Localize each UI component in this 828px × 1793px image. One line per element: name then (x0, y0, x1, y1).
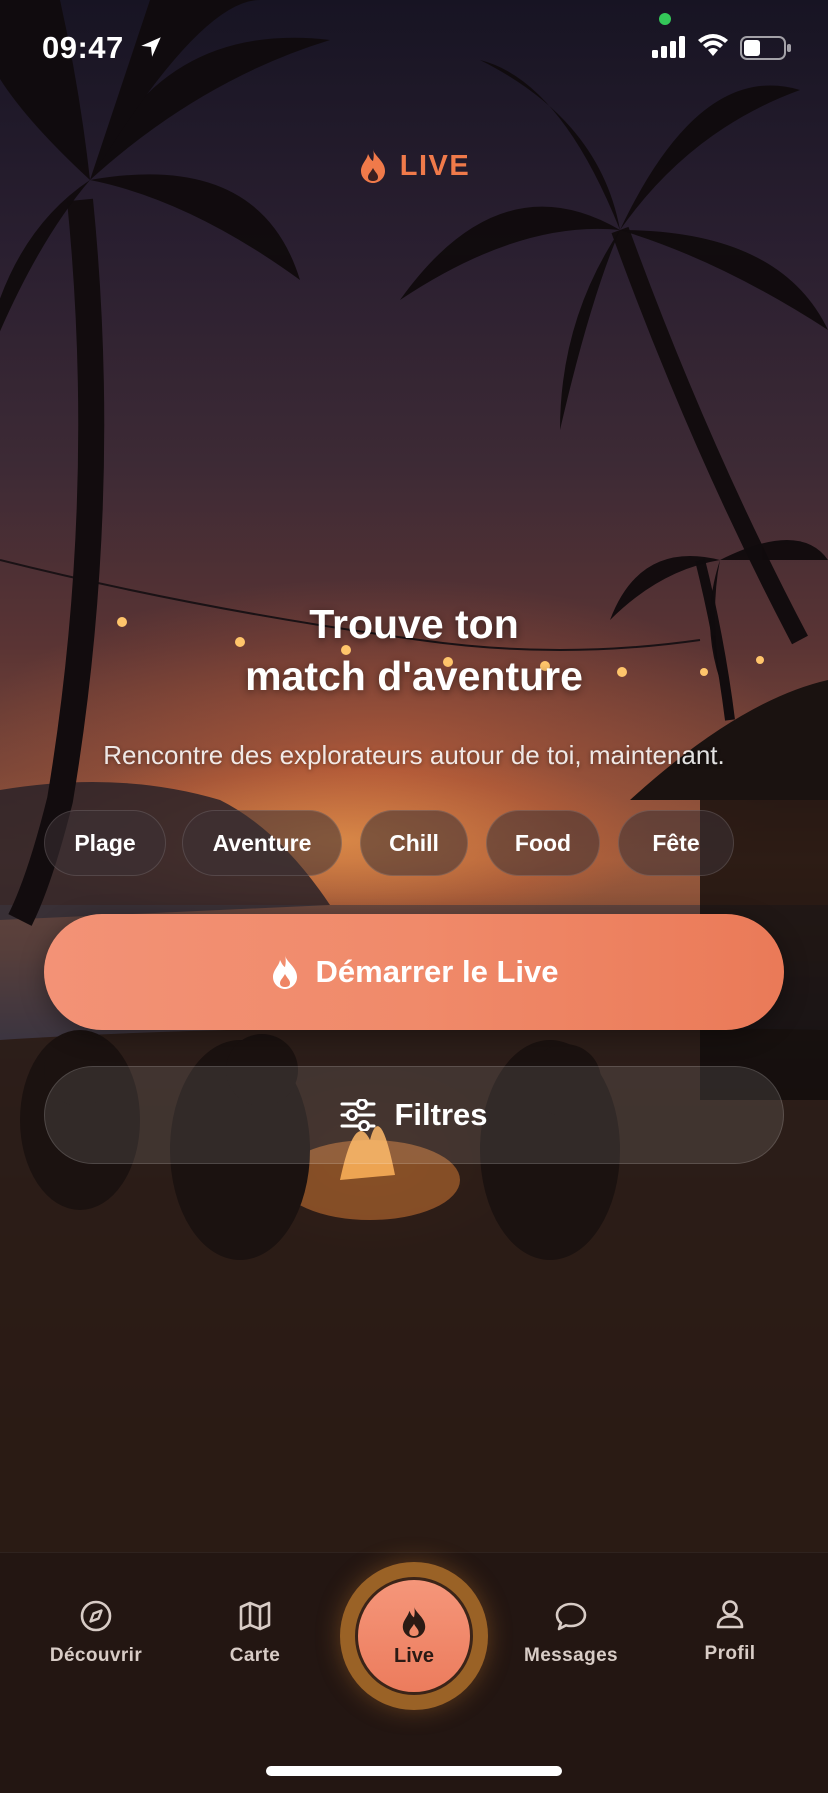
sliders-icon (340, 1099, 376, 1131)
filters-label: Filtres (394, 1097, 488, 1132)
page-subtitle: Rencontre des explorateurs autour de toi… (103, 740, 725, 770)
tab-discover-label: Découvrir (49, 1645, 143, 1666)
flame-icon (360, 149, 385, 183)
tab-messages[interactable]: Messages (491, 1599, 651, 1667)
cellular-signal-icon (652, 36, 685, 58)
message-bubble-icon (555, 1602, 587, 1631)
page-title: Trouve ton match d'aventure (0, 598, 828, 702)
compass-icon (80, 1600, 112, 1632)
status-time: 09:47 (42, 30, 124, 65)
home-indicator[interactable] (266, 1766, 562, 1776)
wifi-icon (698, 34, 728, 56)
tab-map-label: Carte (229, 1645, 281, 1666)
status-bar: 09:47 (0, 0, 828, 100)
user-icon (716, 1600, 744, 1629)
chip-aventure[interactable]: Aventure (182, 810, 342, 876)
start-live-button[interactable]: Démarrer le Live (44, 914, 784, 1030)
filters-button[interactable]: Filtres (44, 1066, 784, 1164)
tab-live[interactable]: Live (340, 1562, 488, 1710)
chip-plage[interactable]: Plage (44, 810, 166, 876)
live-header: LIVE (0, 148, 828, 184)
tab-profile[interactable]: Profil (650, 1597, 810, 1665)
start-live-label: Démarrer le Live (315, 954, 559, 989)
tab-live-button: Live (355, 1577, 473, 1695)
tab-map[interactable]: Carte (175, 1599, 335, 1667)
flame-icon (272, 955, 297, 989)
page-title-line2: match d'aventure (245, 653, 583, 699)
page-title-line1: Trouve ton (309, 601, 519, 647)
tab-messages-label: Messages (523, 1645, 619, 1666)
live-header-label: LIVE (399, 149, 471, 182)
tab-profile-label: Profil (704, 1643, 756, 1664)
category-chips: Plage Aventure Chill Food Fête (44, 810, 828, 878)
chip-food[interactable]: Food (486, 810, 600, 876)
flame-icon (402, 1605, 426, 1638)
tab-live-label: Live (393, 1644, 435, 1667)
chip-chill[interactable]: Chill (360, 810, 468, 876)
map-icon (239, 1601, 271, 1631)
background-beach-sunset-image (0, 0, 828, 1792)
tab-discover[interactable]: Découvrir (16, 1599, 176, 1667)
battery-icon (740, 36, 791, 60)
chip-fete[interactable]: Fête (618, 810, 734, 876)
location-arrow-icon (141, 37, 161, 57)
camera-in-use-indicator (659, 13, 671, 25)
